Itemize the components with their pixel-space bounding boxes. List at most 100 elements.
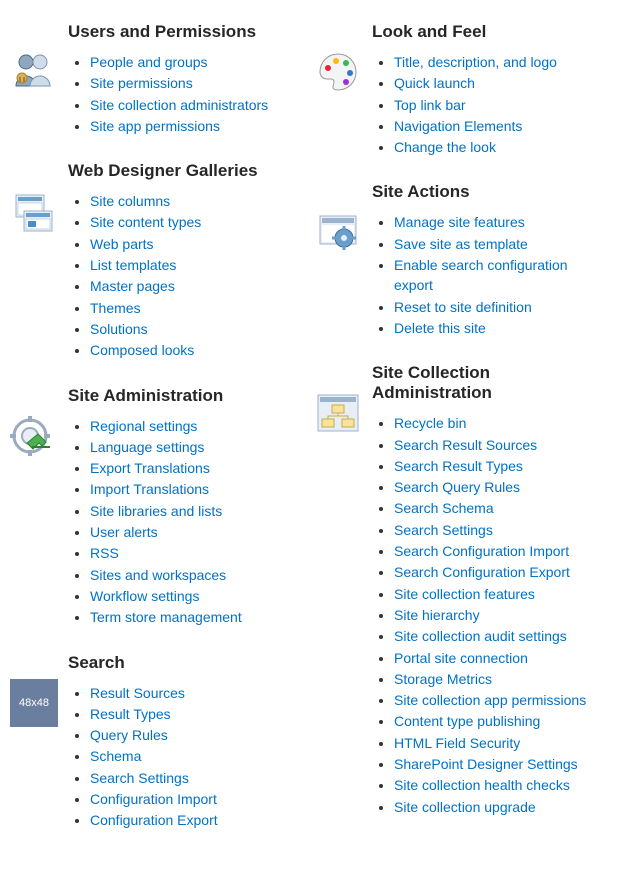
link-site-collection-features[interactable]: Site collection features — [394, 586, 535, 602]
list-item: Result Sources — [90, 683, 304, 703]
link-site-permissions[interactable]: Site permissions — [90, 75, 193, 91]
section-heading: Search — [68, 651, 304, 673]
look-icon — [314, 48, 362, 96]
list-item: User alerts — [90, 522, 304, 542]
section-heading: Site Collection Administration — [372, 361, 608, 403]
list-item: Search Result Types — [394, 456, 608, 476]
link-content-type-publishing[interactable]: Content type publishing — [394, 713, 540, 729]
link-search-schema[interactable]: Search Schema — [394, 500, 494, 516]
list-item: RSS — [90, 543, 304, 563]
section-body: Users and PermissionsPeople and groupsSi… — [68, 20, 304, 137]
link-web-parts[interactable]: Web parts — [90, 236, 154, 252]
section-users-and-permissions: Users and PermissionsPeople and groupsSi… — [10, 20, 304, 137]
link-site-app-permissions[interactable]: Site app permissions — [90, 118, 220, 134]
link-portal-site-connection[interactable]: Portal site connection — [394, 650, 528, 666]
link-site-collection-audit-settings[interactable]: Site collection audit settings — [394, 628, 567, 644]
list-item: Query Rules — [90, 725, 304, 745]
users-icon — [10, 48, 58, 96]
link-list: People and groups Site permissions Site co… — [68, 52, 304, 136]
section-body: Site Collection Administration Recycle bi… — [372, 361, 608, 818]
link-site-libraries-and-lists[interactable]: Site libraries and lists — [90, 503, 222, 519]
list-item: Configuration Import — [90, 789, 304, 809]
link-rss[interactable]: RSS — [90, 545, 119, 561]
list-item: Search Configuration Export — [394, 562, 608, 582]
placeholder-icon: 48x48 — [10, 679, 58, 727]
link-search-result-types[interactable]: Search Result Types — [394, 458, 523, 474]
list-item: People and groups — [90, 52, 304, 72]
list-item: Quick launch — [394, 73, 608, 93]
link-site-columns[interactable]: Site columns — [90, 193, 170, 209]
list-item: Configuration Export — [90, 810, 304, 830]
list-item: Search Query Rules — [394, 477, 608, 497]
list-item: Site content types — [90, 212, 304, 232]
link-html-field-security[interactable]: HTML Field Security — [394, 735, 520, 751]
list-item: Master pages — [90, 276, 304, 296]
list-item: Site collection audit settings — [394, 626, 608, 646]
list-item: Language settings — [90, 437, 304, 457]
link-schema[interactable]: Schema — [90, 748, 141, 764]
link-import-translations[interactable]: Import Translations — [90, 481, 209, 497]
link-site-collection-upgrade[interactable]: Site collection upgrade — [394, 799, 536, 815]
list-item: Regional settings — [90, 416, 304, 436]
list-item: Sites and workspaces — [90, 565, 304, 585]
link-recycle-bin[interactable]: Recycle bin — [394, 415, 466, 431]
link-search-configuration-import[interactable]: Search Configuration Import — [394, 543, 569, 559]
link-configuration-import[interactable]: Configuration Import — [90, 791, 217, 807]
section-heading: Web Designer Galleries — [68, 159, 304, 181]
link-export-translations[interactable]: Export Translations — [90, 460, 210, 476]
link-term-store-management[interactable]: Term store management — [90, 609, 242, 625]
link-manage-site-features[interactable]: Manage site features — [394, 214, 525, 230]
link-navigation-elements[interactable]: Navigation Elements — [394, 118, 522, 134]
admin-icon — [10, 412, 58, 460]
link-search-query-rules[interactable]: Search Query Rules — [394, 479, 520, 495]
link-reset-to-site-definition[interactable]: Reset to site definition — [394, 299, 532, 315]
list-item: Site collection upgrade — [394, 797, 608, 817]
link-site-collection-administrators[interactable]: Site collection administrators — [90, 97, 268, 113]
link-sharepoint-designer-settings[interactable]: SharePoint Designer Settings — [394, 756, 578, 772]
link-enable-search-configuration-export[interactable]: Enable search configuration export — [394, 257, 568, 293]
section-site-actions: Site ActionsManage site featuresSave sit… — [314, 180, 608, 339]
link-search-result-sources[interactable]: Search Result Sources — [394, 437, 537, 453]
link-search-configuration-export[interactable]: Search Configuration Export — [394, 564, 570, 580]
link-configuration-export[interactable]: Configuration Export — [90, 812, 218, 828]
link-regional-settings[interactable]: Regional settings — [90, 418, 197, 434]
link-themes[interactable]: Themes — [90, 300, 141, 316]
link-people-and-groups[interactable]: People and groups — [90, 54, 208, 70]
section-body: Search Result Sources Result Types Query Ru… — [68, 651, 304, 832]
link-list-templates[interactable]: List templates — [90, 257, 176, 273]
link-solutions[interactable]: Solutions — [90, 321, 148, 337]
link-title-description-and-logo[interactable]: Title, description, and logo — [394, 54, 557, 70]
link-query-rules[interactable]: Query Rules — [90, 727, 168, 743]
link-language-settings[interactable]: Language settings — [90, 439, 204, 455]
list-item: Site columns — [90, 191, 304, 211]
link-delete-this-site[interactable]: Delete this site — [394, 320, 486, 336]
list-item: List templates — [90, 255, 304, 275]
link-storage-metrics[interactable]: Storage Metrics — [394, 671, 492, 687]
list-item: Storage Metrics — [394, 669, 608, 689]
link-workflow-settings[interactable]: Workflow settings — [90, 588, 199, 604]
link-save-site-as-template[interactable]: Save site as template — [394, 236, 528, 252]
link-site-collection-health-checks[interactable]: Site collection health checks — [394, 777, 570, 793]
link-site-hierarchy[interactable]: Site hierarchy — [394, 607, 480, 623]
link-result-sources[interactable]: Result Sources — [90, 685, 185, 701]
link-sites-and-workspaces[interactable]: Sites and workspaces — [90, 567, 226, 583]
list-item: SharePoint Designer Settings — [394, 754, 608, 774]
link-user-alerts[interactable]: User alerts — [90, 524, 158, 540]
link-search-settings[interactable]: Search Settings — [394, 522, 493, 538]
link-master-pages[interactable]: Master pages — [90, 278, 175, 294]
link-site-content-types[interactable]: Site content types — [90, 214, 201, 230]
section-web-designer-galleries: Web Designer Galleries Site columns Site c… — [10, 159, 304, 361]
link-result-types[interactable]: Result Types — [90, 706, 171, 722]
section-body: Site AdministrationRegional settingsLang… — [68, 384, 304, 629]
list-item: Site libraries and lists — [90, 501, 304, 521]
link-list: Result Sources Result Types Query Rules Sch… — [68, 683, 304, 831]
list-item: Search Result Sources — [394, 435, 608, 455]
link-quick-launch[interactable]: Quick launch — [394, 75, 475, 91]
link-change-the-look[interactable]: Change the look — [394, 139, 496, 155]
link-top-link-bar[interactable]: Top link bar — [394, 97, 466, 113]
link-search-settings[interactable]: Search Settings — [90, 770, 189, 786]
list-item: Top link bar — [394, 95, 608, 115]
section-heading: Look and Feel — [372, 20, 608, 42]
link-site-collection-app-permissions[interactable]: Site collection app permissions — [394, 692, 586, 708]
link-composed-looks[interactable]: Composed looks — [90, 342, 194, 358]
